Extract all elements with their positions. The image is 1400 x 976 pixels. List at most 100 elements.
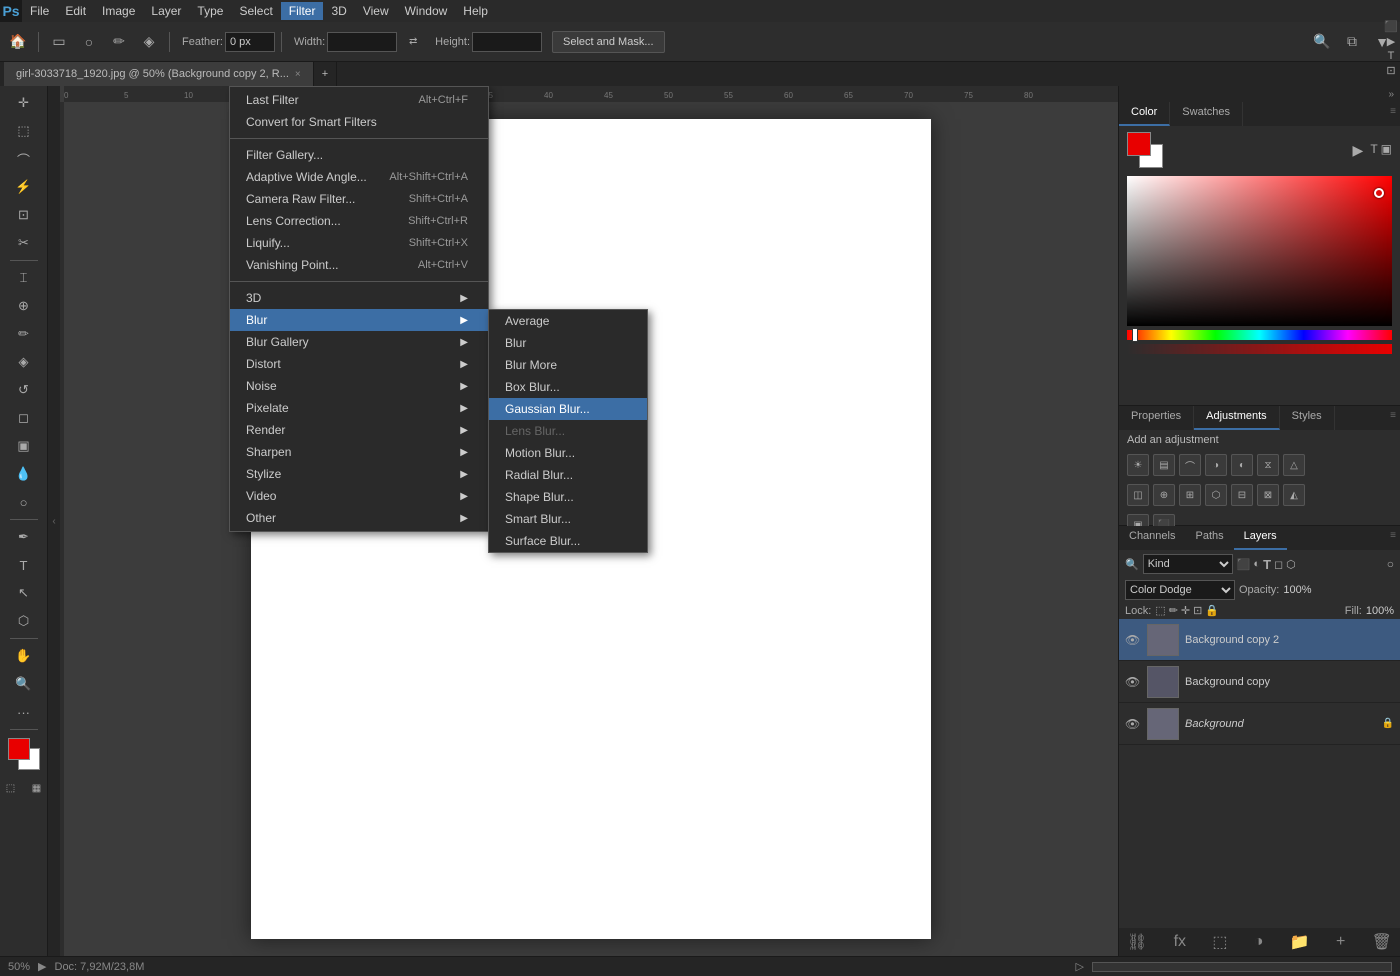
tool-type[interactable]: T (8, 552, 40, 578)
blur-smart-blur[interactable]: Smart Blur... (489, 508, 647, 530)
foreground-color-swatch[interactable] (8, 738, 30, 760)
adj-panel-menu-btn[interactable]: ≡ (1386, 406, 1400, 430)
layer-delete-btn[interactable]: 🗑 (1372, 932, 1392, 952)
tool-gradient[interactable]: ▣ (8, 433, 40, 459)
tool-frame[interactable]: ▦ (25, 778, 49, 798)
opacity-value[interactable]: 100% (1283, 584, 1323, 596)
tool-pen[interactable]: ✒ (8, 524, 40, 550)
filter-liquify[interactable]: Liquify... Shift+Ctrl+X (230, 232, 488, 254)
filter-vanishing-point[interactable]: Vanishing Point... Alt+Ctrl+V (230, 254, 488, 276)
filter-3d[interactable]: 3D ▶ (230, 287, 488, 309)
tool-clone[interactable]: ◈ (8, 349, 40, 375)
tool-dodge[interactable]: ○ (8, 489, 40, 515)
tool-brush[interactable]: ✏ (8, 321, 40, 347)
layer-effects-btn[interactable]: fx (1174, 933, 1186, 951)
menu-layer[interactable]: Layer (143, 2, 189, 20)
lock-transparent-btn[interactable]: ⬚ (1155, 604, 1165, 617)
tab-channels[interactable]: Channels (1119, 526, 1185, 550)
layer-mask-btn[interactable]: ⬚ (1212, 932, 1227, 952)
adj-invert[interactable]: ⊟ (1231, 484, 1253, 506)
menu-file[interactable]: File (22, 2, 57, 20)
tool-zoom[interactable]: 🔍 (8, 671, 40, 697)
adj-levels[interactable]: ▤ (1153, 454, 1175, 476)
fg-color-chip[interactable] (1127, 132, 1151, 156)
filter-pixel-icon[interactable]: ⬛ (1237, 558, 1251, 571)
tool-eraser[interactable]: ◈ (135, 28, 163, 56)
menu-filter[interactable]: Filter (281, 2, 324, 20)
right-side-icon-2[interactable]: ▶ (1387, 35, 1395, 48)
left-panel-collapse[interactable]: ‹ (48, 86, 60, 956)
tool-quick-select[interactable]: ⚡ (8, 174, 40, 200)
right-side-icon-4[interactable]: ⊡ (1386, 64, 1395, 77)
tab-close-button[interactable]: × (295, 69, 301, 80)
adj-curves[interactable]: ⌒ (1179, 454, 1201, 476)
blur-surface-blur[interactable]: Surface Blur... (489, 530, 647, 552)
tool-blur[interactable]: 💧 (8, 461, 40, 487)
play-icon[interactable]: ▶ (1353, 142, 1364, 159)
tool-eyedropper[interactable]: ⌶ (8, 265, 40, 291)
menu-view[interactable]: View (355, 2, 397, 20)
tool-eraser[interactable]: ◻ (8, 405, 40, 431)
filter-convert-smart[interactable]: Convert for Smart Filters (230, 111, 488, 133)
tool-lasso[interactable]: ⌒ (8, 146, 40, 172)
tab-swatches[interactable]: Swatches (1170, 102, 1243, 126)
tab-properties[interactable]: Properties (1119, 406, 1194, 430)
filter-adj-icon[interactable]: ◐ (1253, 558, 1260, 570)
tool-rect[interactable]: ▭ (45, 28, 73, 56)
adj-hue-sat[interactable]: ⧖ (1257, 454, 1279, 476)
blur-shape-blur[interactable]: Shape Blur... (489, 486, 647, 508)
tool-move[interactable]: ✛ (8, 90, 40, 116)
home-button[interactable]: 🏠 (4, 28, 32, 56)
color-gradient-picker[interactable] (1127, 176, 1392, 326)
tool-path-select[interactable]: ↖ (8, 580, 40, 606)
arrow-btn[interactable]: ▶ (38, 960, 46, 973)
adj-brightness[interactable]: ☀ (1127, 454, 1149, 476)
layers-panel-menu-btn[interactable]: ≡ (1386, 526, 1400, 550)
adj-color-lookup[interactable]: ⬡ (1205, 484, 1227, 506)
fill-value[interactable]: 100% (1366, 605, 1394, 617)
arrange-button[interactable]: ⧉ (1338, 28, 1366, 56)
color-panel-menu-btn[interactable]: ≡ (1386, 102, 1400, 126)
menu-image[interactable]: Image (94, 2, 143, 20)
adj-photo-filter[interactable]: ⊕ (1153, 484, 1175, 506)
blur-gaussian-blur[interactable]: Gaussian Blur... (489, 398, 647, 420)
blur-radial-blur[interactable]: Radial Blur... (489, 464, 647, 486)
adj-channel-mixer[interactable]: ⊞ (1179, 484, 1201, 506)
tool-brush[interactable]: ✏ (105, 28, 133, 56)
tool-heal[interactable]: ⊕ (8, 293, 40, 319)
filter-blur[interactable]: Blur ▶ (230, 309, 488, 331)
adj-threshold[interactable]: ◭ (1283, 484, 1305, 506)
filter-lens-correction[interactable]: Lens Correction... Shift+Ctrl+R (230, 210, 488, 232)
kind-filter-select[interactable]: Kind Name Effect Mode Attribute Color Sm… (1143, 554, 1233, 574)
tool-slice[interactable]: ✂ (8, 230, 40, 256)
filter-toggle-btn[interactable]: ○ (1387, 557, 1394, 571)
layer-group-btn[interactable]: 📁 (1290, 932, 1310, 952)
layer-link-btn[interactable]: ⛓ (1127, 932, 1147, 952)
blur-average[interactable]: Average (489, 310, 647, 332)
filter-render[interactable]: Render ▶ (230, 419, 488, 441)
lock-pixels-btn[interactable]: ✏ (1169, 604, 1178, 617)
tab-layers[interactable]: Layers (1234, 526, 1287, 550)
search-button[interactable]: 🔍 (1308, 28, 1336, 56)
menu-3d[interactable]: 3D (323, 2, 354, 20)
menu-window[interactable]: Window (397, 2, 456, 20)
filter-camera-raw[interactable]: Camera Raw Filter... Shift+Ctrl+A (230, 188, 488, 210)
adj-color-balance[interactable]: △ (1283, 454, 1305, 476)
filter-type-icon[interactable]: T (1263, 557, 1271, 572)
blend-mode-select[interactable]: Color Dodge Normal Dissolve Multiply Scr… (1125, 580, 1235, 600)
layer-visibility-bg-copy[interactable]: 👁 (1125, 675, 1141, 689)
lock-position-btn[interactable]: ✛ (1181, 604, 1190, 617)
layer-visibility-bg-copy-2[interactable]: 👁 (1125, 633, 1141, 647)
width-input[interactable] (327, 32, 397, 52)
lock-artboard-btn[interactable]: ⊡ (1193, 604, 1202, 617)
hue-bar[interactable] (1127, 330, 1392, 340)
menu-edit[interactable]: Edit (57, 2, 94, 20)
filter-gallery[interactable]: Filter Gallery... (230, 144, 488, 166)
tool-hand[interactable]: ✋ (8, 643, 40, 669)
feather-input[interactable] (225, 32, 275, 52)
document-tab[interactable]: girl-3033718_1920.jpg @ 50% (Background … (4, 62, 314, 86)
scrollbar-h[interactable] (1092, 962, 1392, 972)
filter-stylize[interactable]: Stylize ▶ (230, 463, 488, 485)
new-tab-button[interactable]: + (314, 62, 337, 86)
gradient-icon[interactable]: ▣ (1381, 142, 1392, 159)
